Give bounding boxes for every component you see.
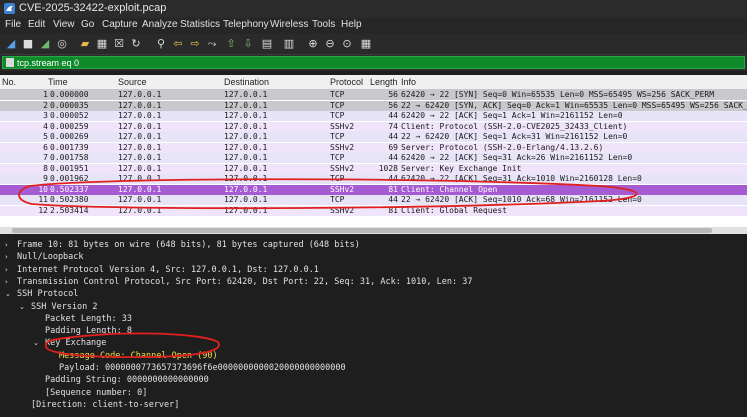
row-highlight-ellipse [18,178,638,210]
annotation-overlay [18,178,638,359]
message-code-ellipse [44,332,220,359]
